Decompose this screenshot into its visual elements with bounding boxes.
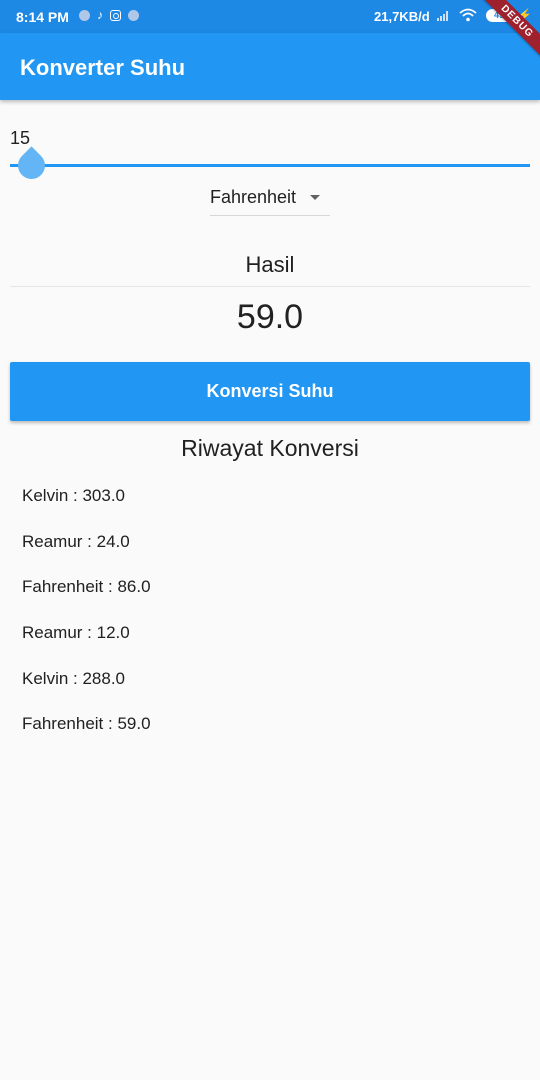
result-label: Hasil bbox=[245, 252, 295, 277]
notification-icons: ♪ bbox=[79, 9, 139, 21]
history-item: Fahrenheit : 59.0 bbox=[22, 714, 151, 734]
history-list: Kelvin : 303.0 Reamur : 24.0 Fahrenheit … bbox=[22, 484, 151, 758]
notification-dot-icon bbox=[79, 9, 90, 21]
tiktok-icon: ♪ bbox=[97, 8, 103, 22]
convert-button[interactable]: Konversi Suhu bbox=[10, 362, 530, 421]
dropdown-selected-value: Fahrenheit bbox=[210, 187, 297, 207]
result-value: 59.0 bbox=[236, 298, 304, 336]
notification-dot-icon bbox=[128, 9, 139, 21]
wifi-icon bbox=[459, 8, 477, 22]
status-bar: 8:14 PM ♪ 21,7KB/d 49 ⚡ bbox=[0, 0, 540, 33]
divider bbox=[10, 286, 530, 287]
history-item: Reamur : 24.0 bbox=[22, 531, 130, 551]
signal-icon bbox=[437, 10, 448, 21]
page-title: Konverter Suhu bbox=[20, 55, 186, 80]
unit-dropdown[interactable]: Fahrenheit bbox=[210, 180, 330, 216]
history-title: Riwayat Konversi bbox=[181, 435, 359, 461]
instagram-icon bbox=[110, 9, 121, 21]
history-item: Fahrenheit : 86.0 bbox=[22, 577, 151, 597]
slider-thumb[interactable] bbox=[12, 146, 51, 185]
slider-value-label: 15 bbox=[10, 128, 31, 148]
history-item: Kelvin : 288.0 bbox=[22, 668, 126, 688]
history-item: Kelvin : 303.0 bbox=[22, 486, 126, 505]
temperature-slider[interactable] bbox=[10, 164, 530, 167]
network-speed: 21,7KB/d bbox=[374, 9, 430, 24]
app-bar: Konverter Suhu bbox=[0, 33, 540, 100]
status-time: 8:14 PM bbox=[16, 9, 69, 25]
history-item: Reamur : 12.0 bbox=[22, 623, 130, 643]
dropdown-arrow-icon bbox=[310, 195, 320, 200]
